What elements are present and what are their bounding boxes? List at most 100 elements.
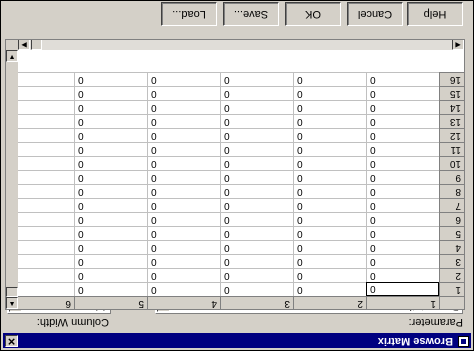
column-header[interactable]: 2 [293, 296, 366, 309]
matrix-cell[interactable]: 0 [293, 254, 366, 268]
column-header[interactable]: 4 [147, 296, 220, 309]
matrix-cell[interactable]: 0 [220, 86, 293, 100]
matrix-cell[interactable]: 0 [220, 240, 293, 254]
matrix-cell[interactable]: 0 [74, 198, 147, 212]
matrix-cell[interactable]: 0 [293, 184, 366, 198]
matrix-cell[interactable]: 0 [220, 254, 293, 268]
row-header[interactable]: 1 [439, 282, 464, 296]
scroll-right-icon[interactable]: ▶ [18, 39, 30, 50]
matrix-cell[interactable]: 0 [74, 142, 147, 156]
matrix-cell[interactable]: 0 [74, 156, 147, 170]
matrix-cell[interactable]: 0 [147, 226, 220, 240]
row-header[interactable]: 5 [439, 226, 464, 240]
help-button[interactable]: Help [407, 2, 463, 26]
matrix-cell[interactable]: 0 [293, 198, 366, 212]
row-header[interactable]: 10 [439, 156, 464, 170]
matrix-cell[interactable]: 0 [220, 156, 293, 170]
matrix-cell[interactable]: 0 [220, 114, 293, 128]
matrix-cell[interactable]: 0 [74, 282, 147, 296]
matrix-cell[interactable]: 0 [74, 128, 147, 142]
row-header[interactable]: 13 [439, 114, 464, 128]
matrix-cell[interactable]: 0 [74, 86, 147, 100]
matrix-cell[interactable]: 0 [74, 100, 147, 114]
matrix-cell[interactable]: 0 [147, 170, 220, 184]
matrix-cell[interactable]: 0 [220, 142, 293, 156]
ok-button[interactable]: OK [285, 2, 341, 26]
matrix-cell[interactable]: 0 [366, 156, 439, 170]
matrix-cell[interactable]: 0 [366, 170, 439, 184]
matrix-cell[interactable]: 0 [293, 226, 366, 240]
matrix-cell[interactable]: 0 [147, 86, 220, 100]
matrix-cell[interactable]: 0 [293, 114, 366, 128]
matrix-cell[interactable]: 0 [366, 114, 439, 128]
row-header[interactable]: 6 [439, 212, 464, 226]
matrix-cell[interactable]: 0 [293, 142, 366, 156]
vertical-scroll-thumb[interactable] [6, 287, 18, 297]
matrix-cell[interactable]: 0 [220, 170, 293, 184]
matrix-cell[interactable]: 0 [147, 128, 220, 142]
horizontal-scrollbar[interactable]: ◀ ▶ [18, 39, 464, 50]
matrix-cell[interactable]: 0 [366, 128, 439, 142]
row-header[interactable]: 7 [439, 198, 464, 212]
matrix-cell[interactable]: 0 [147, 156, 220, 170]
matrix-cell[interactable]: 0 [220, 184, 293, 198]
matrix-cell[interactable]: 0 [147, 100, 220, 114]
matrix-cell[interactable]: 0 [366, 86, 439, 100]
matrix-cell[interactable]: 0 [147, 240, 220, 254]
matrix-cell[interactable]: 0 [293, 72, 366, 86]
matrix-cell[interactable]: 0 [220, 100, 293, 114]
matrix-cell[interactable]: 0 [74, 184, 147, 198]
matrix-cell[interactable]: 0 [366, 226, 439, 240]
matrix-cell[interactable]: 0 [366, 100, 439, 114]
scroll-left-icon[interactable]: ◀ [452, 39, 464, 50]
matrix-cell[interactable]: 0 [147, 142, 220, 156]
load-button[interactable]: Load... [161, 2, 217, 26]
matrix-cell[interactable]: 0 [293, 268, 366, 282]
close-button[interactable]: ✕ [5, 335, 18, 347]
vertical-scrollbar[interactable]: ▲ ▼ [6, 39, 18, 309]
matrix-cell[interactable]: 0 [220, 268, 293, 282]
app-icon[interactable] [458, 336, 469, 347]
matrix-cell[interactable]: 0 [366, 240, 439, 254]
row-header[interactable]: 4 [439, 240, 464, 254]
matrix-cell[interactable]: 0 [74, 254, 147, 268]
matrix-cell[interactable]: 0 [220, 72, 293, 86]
matrix-cell[interactable]: 0 [220, 282, 293, 296]
matrix-cell[interactable]: 0 [293, 212, 366, 226]
matrix-cell[interactable]: 0 [366, 184, 439, 198]
matrix-cell[interactable]: 0 [293, 240, 366, 254]
matrix-cell[interactable]: 0 [74, 212, 147, 226]
matrix-cell[interactable]: 0 [147, 254, 220, 268]
matrix-cell[interactable]: 0 [366, 72, 439, 86]
row-header[interactable]: 15 [439, 86, 464, 100]
save-button[interactable]: Save... [223, 2, 279, 26]
matrix-cell[interactable]: 0 [366, 282, 439, 296]
matrix-cell[interactable]: 0 [147, 184, 220, 198]
row-header[interactable]: 11 [439, 142, 464, 156]
matrix-cell[interactable]: 0 [147, 72, 220, 86]
matrix-cell[interactable]: 0 [147, 114, 220, 128]
matrix-cell[interactable]: 0 [74, 268, 147, 282]
row-header[interactable]: 12 [439, 128, 464, 142]
matrix-cell[interactable]: 0 [220, 128, 293, 142]
matrix-cell[interactable]: 0 [293, 170, 366, 184]
matrix-grid[interactable]: 123456 100000020000003000000400000050000… [5, 39, 465, 310]
matrix-cell[interactable]: 0 [147, 282, 220, 296]
matrix-cell[interactable]: 0 [293, 128, 366, 142]
matrix-cell[interactable]: 0 [366, 142, 439, 156]
column-header[interactable]: 3 [220, 296, 293, 309]
row-header[interactable]: 9 [439, 170, 464, 184]
matrix-cell[interactable]: 0 [74, 226, 147, 240]
title-bar[interactable]: Browse Matrix ✕ [3, 333, 471, 348]
row-header[interactable]: 3 [439, 254, 464, 268]
matrix-cell[interactable]: 0 [220, 212, 293, 226]
row-header[interactable]: 14 [439, 100, 464, 114]
column-header[interactable]: 5 [74, 296, 147, 309]
scroll-down-icon[interactable]: ▼ [6, 50, 18, 62]
matrix-cell[interactable]: 0 [293, 86, 366, 100]
matrix-cell[interactable]: 0 [220, 198, 293, 212]
cancel-button[interactable]: Cancel [347, 2, 403, 26]
matrix-cell[interactable]: 0 [74, 114, 147, 128]
row-header[interactable]: 2 [439, 268, 464, 282]
column-header[interactable]: 1 [366, 296, 439, 309]
